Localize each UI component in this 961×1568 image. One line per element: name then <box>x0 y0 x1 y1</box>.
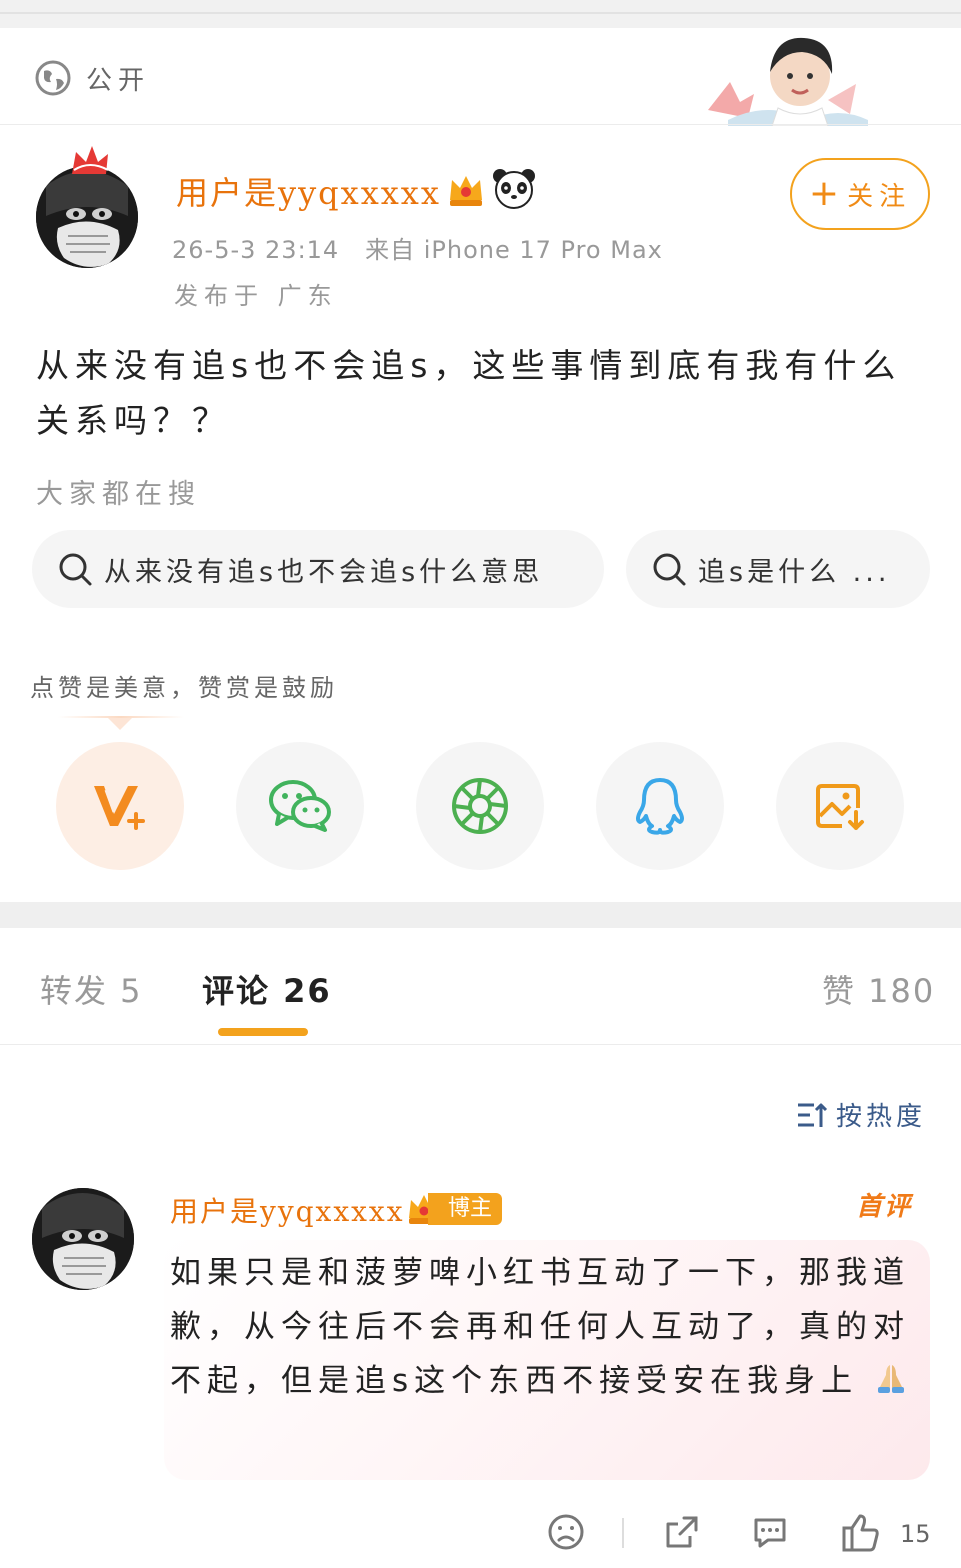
search-chip[interactable]: 追s是什么 ... <box>626 530 930 608</box>
praying-hands-icon <box>878 1365 905 1393</box>
search-chip-label: 从来没有追s也不会追s什么意思 <box>104 556 544 588</box>
reward-button[interactable] <box>56 742 184 870</box>
divider <box>0 1044 961 1045</box>
commenter-username[interactable]: 用户是yyqxxxxx <box>170 1190 405 1230</box>
emoji-reaction-icon[interactable] <box>546 1512 586 1552</box>
author-username[interactable]: 用户是yyqxxxxx <box>176 168 441 214</box>
divider <box>0 124 961 125</box>
follow-button[interactable]: + 关注 <box>790 158 930 230</box>
section-separator <box>0 902 961 928</box>
like-icon[interactable] <box>840 1512 882 1552</box>
visibility-indicator: 公开 <box>34 58 150 98</box>
globe-icon <box>35 60 71 96</box>
post-source: 来自 iPhone 17 Pro Max <box>365 236 663 264</box>
share-icon[interactable] <box>662 1512 702 1552</box>
plus-icon: + <box>808 173 840 214</box>
tab-repost[interactable]: 转发 5 <box>40 966 143 1012</box>
save-image-button[interactable] <box>776 742 904 870</box>
post-timestamp: 26-5-3 23:14 <box>172 236 340 264</box>
post-location: 发布于 广东 <box>174 282 338 310</box>
author-avatar[interactable] <box>36 166 138 268</box>
reward-tip-pointer <box>108 718 132 730</box>
avatar-image <box>36 166 138 268</box>
sort-label: 按热度 <box>836 1102 927 1132</box>
active-tab-indicator <box>218 1028 308 1036</box>
comment-text-body: 如果只是和菠萝啤小红书互动了一下，那我道歉，从今往后不会再和任何人互动了，真的对… <box>170 1255 910 1399</box>
moments-icon <box>452 778 508 834</box>
v-plus-icon <box>94 786 145 830</box>
post-meta: 26-5-3 23:14 来自 iPhone 17 Pro Max <box>172 230 663 265</box>
tab-like[interactable]: 赞 180 <box>822 966 935 1012</box>
comment-text: 如果只是和菠萝啤小红书互动了一下，那我道歉，从今往后不会再和任何人互动了，真的对… <box>170 1246 914 1408</box>
commenter-avatar[interactable] <box>32 1188 134 1290</box>
vip-crown-icon <box>450 176 482 206</box>
first-comment-tag: 首评 <box>856 1192 913 1222</box>
author-badge-label: 博主 <box>428 1193 503 1225</box>
search-icon <box>653 553 686 586</box>
search-chip-label: 追s是什么 ... <box>698 556 891 588</box>
share-wechat-button[interactable] <box>236 742 364 870</box>
follow-label: 关注 <box>847 181 912 212</box>
post-content: 从来没有追s也不会追s，这些事情到底有我有什么关系吗？？ <box>36 346 902 440</box>
decoration-banner <box>708 37 868 126</box>
trending-search-title: 大家都在搜 <box>36 479 201 510</box>
comment-icon[interactable] <box>750 1512 790 1552</box>
search-icon <box>59 553 92 586</box>
top-gap <box>0 0 961 28</box>
action-divider <box>622 1518 624 1548</box>
visibility-label: 公开 <box>86 65 151 96</box>
share-moments-button[interactable] <box>416 742 544 870</box>
search-chip[interactable]: 从来没有追s也不会追s什么意思 <box>32 530 604 608</box>
tab-comment[interactable]: 评论 26 <box>202 966 332 1012</box>
avatar-image <box>32 1188 134 1290</box>
wechat-icon <box>269 780 331 832</box>
sort-icon <box>798 1103 828 1127</box>
share-qq-button[interactable] <box>596 742 724 870</box>
sort-button[interactable]: 按热度 <box>796 1096 926 1133</box>
panda-icon <box>493 169 535 209</box>
reward-tip: 点赞是美意，赞赏是鼓励 <box>30 674 338 702</box>
save-image-icon <box>816 784 864 830</box>
comment-like-count: 15 <box>900 1520 931 1548</box>
author-badge: 博主 <box>406 1190 503 1228</box>
decoration-badge-icon <box>72 146 109 174</box>
qq-icon <box>636 778 684 835</box>
